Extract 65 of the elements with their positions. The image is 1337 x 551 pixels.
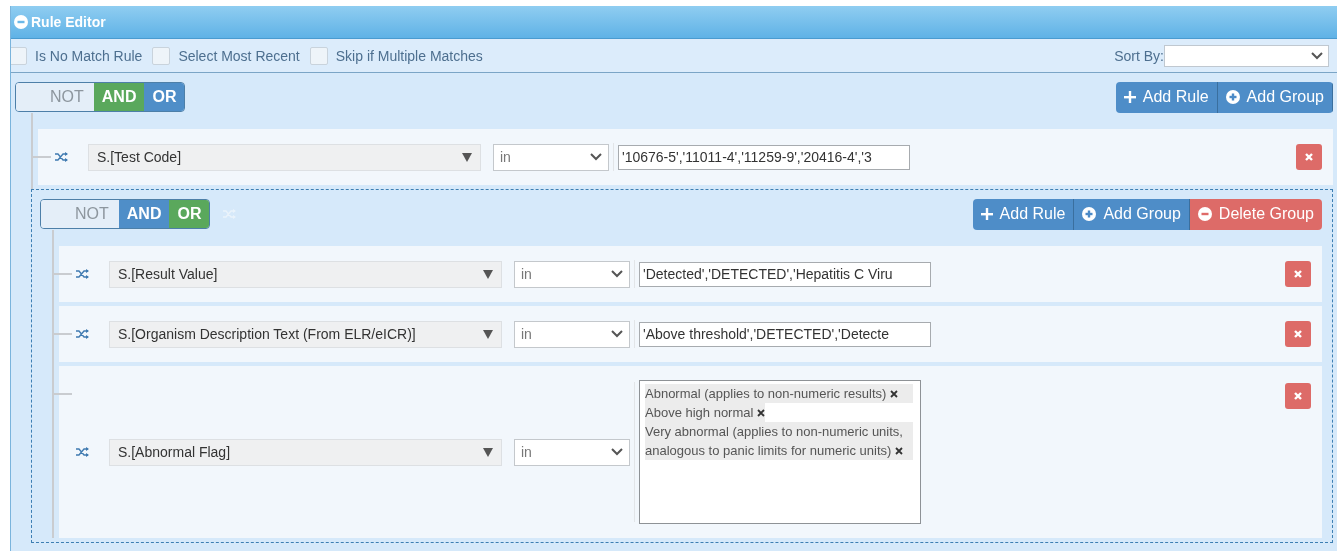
condition-toggle[interactable]: OR [169,200,210,228]
delete-rule-button[interactable] [1285,261,1311,287]
remove-icon [895,447,904,455]
close-icon [1293,329,1303,339]
value-field[interactable]: 'Above threshold','DETECTED','Detecte [639,321,931,347]
delete-rule-button[interactable] [1285,383,1311,409]
close-icon [1304,152,1314,162]
condition-toggle[interactable]: OR [144,83,185,111]
operator-dropdown[interactable]: in [514,438,630,466]
operator-dropdown[interactable]: in [514,260,630,288]
checkbox-label: Select Most Recent [178,47,300,64]
window-title: Rule Editor [31,14,106,30]
delete-rule-button[interactable] [1285,321,1311,347]
condition-toggle[interactable]: AND [118,200,170,228]
remove-icon [757,409,766,417]
condition-toggle[interactable]: NOT [41,200,119,228]
shuffle-icon [54,150,69,164]
add-rule-button[interactable]: Add Rule [972,198,1075,230]
sort-label: Sort By: [1114,47,1164,64]
close-icon [1293,269,1303,279]
chevron-icon [611,270,623,278]
value-field[interactable]: 'Detected','DETECTED','Hepatitis C Viru [639,261,931,287]
plus-circle-icon [1225,90,1240,104]
selected-tag[interactable]: Very abnormal (applies to non-numeric units, analogous to panic limits for numeric units) [645,422,913,460]
condition-toggle[interactable]: NOT [16,83,94,111]
shuffle-icon [75,327,90,341]
dropdown-arrow-icon [483,447,493,457]
remove-icon [890,390,899,398]
plus-icon [1123,91,1136,103]
checkbox-label: Skip if Multiple Matches [335,47,483,64]
selected-tag[interactable]: Abnormal (applies to non-numeric results) [645,384,913,403]
dropdown-arrow-icon [462,152,472,162]
field-dropdown[interactable]: S.[Result Value] [109,260,502,288]
dropdown-arrow-icon [483,329,493,339]
checkbox[interactable] [11,46,27,65]
dropdown-arrow-icon [483,269,493,279]
checkbox[interactable] [152,46,171,65]
shuffle-icon [75,267,90,281]
close-icon [1293,391,1303,401]
shuffle-icon [75,445,90,459]
sort-dropdown[interactable] [1164,44,1329,67]
operator-dropdown[interactable]: in [514,320,630,348]
minus-circle-icon [1197,207,1212,221]
chevron-icon [611,330,623,338]
condition-toggle[interactable]: AND [93,83,145,111]
checkbox-label: Is No Match Rule [35,47,143,64]
plus-circle-icon [1082,207,1097,221]
plus-icon [980,208,993,220]
add-group-button[interactable]: Add Group [1074,198,1190,230]
checkbox[interactable] [309,46,328,65]
operator-dropdown[interactable]: in [493,143,609,171]
selected-tag[interactable]: Above high normal [645,403,766,422]
chevron-icon [611,448,623,456]
chevron-icon [1311,51,1323,60]
value-field[interactable]: '10676-5','11011-4','11259-9','20416-4','3 [618,144,910,170]
add-group-button[interactable]: Add Group [1217,81,1333,113]
delete-rule-button[interactable] [1296,144,1322,170]
field-dropdown[interactable]: S.[Abnormal Flag] [109,438,502,466]
delete-group-button[interactable]: Delete Group [1189,198,1322,230]
field-dropdown[interactable]: S.[Organism Description Text (From ELR/eICR)] [109,320,502,348]
field-dropdown[interactable]: S.[Test Code] [88,143,481,171]
multi-select-field[interactable]: Abnormal (applies to non-numeric results) Above high normal Very abnormal (applies to non-numeric units, analogous to panic limits for numeric units) [639,380,921,524]
add-rule-button[interactable]: Add Rule [1115,81,1218,113]
chevron-icon [590,153,602,161]
collapse-icon [14,15,28,29]
